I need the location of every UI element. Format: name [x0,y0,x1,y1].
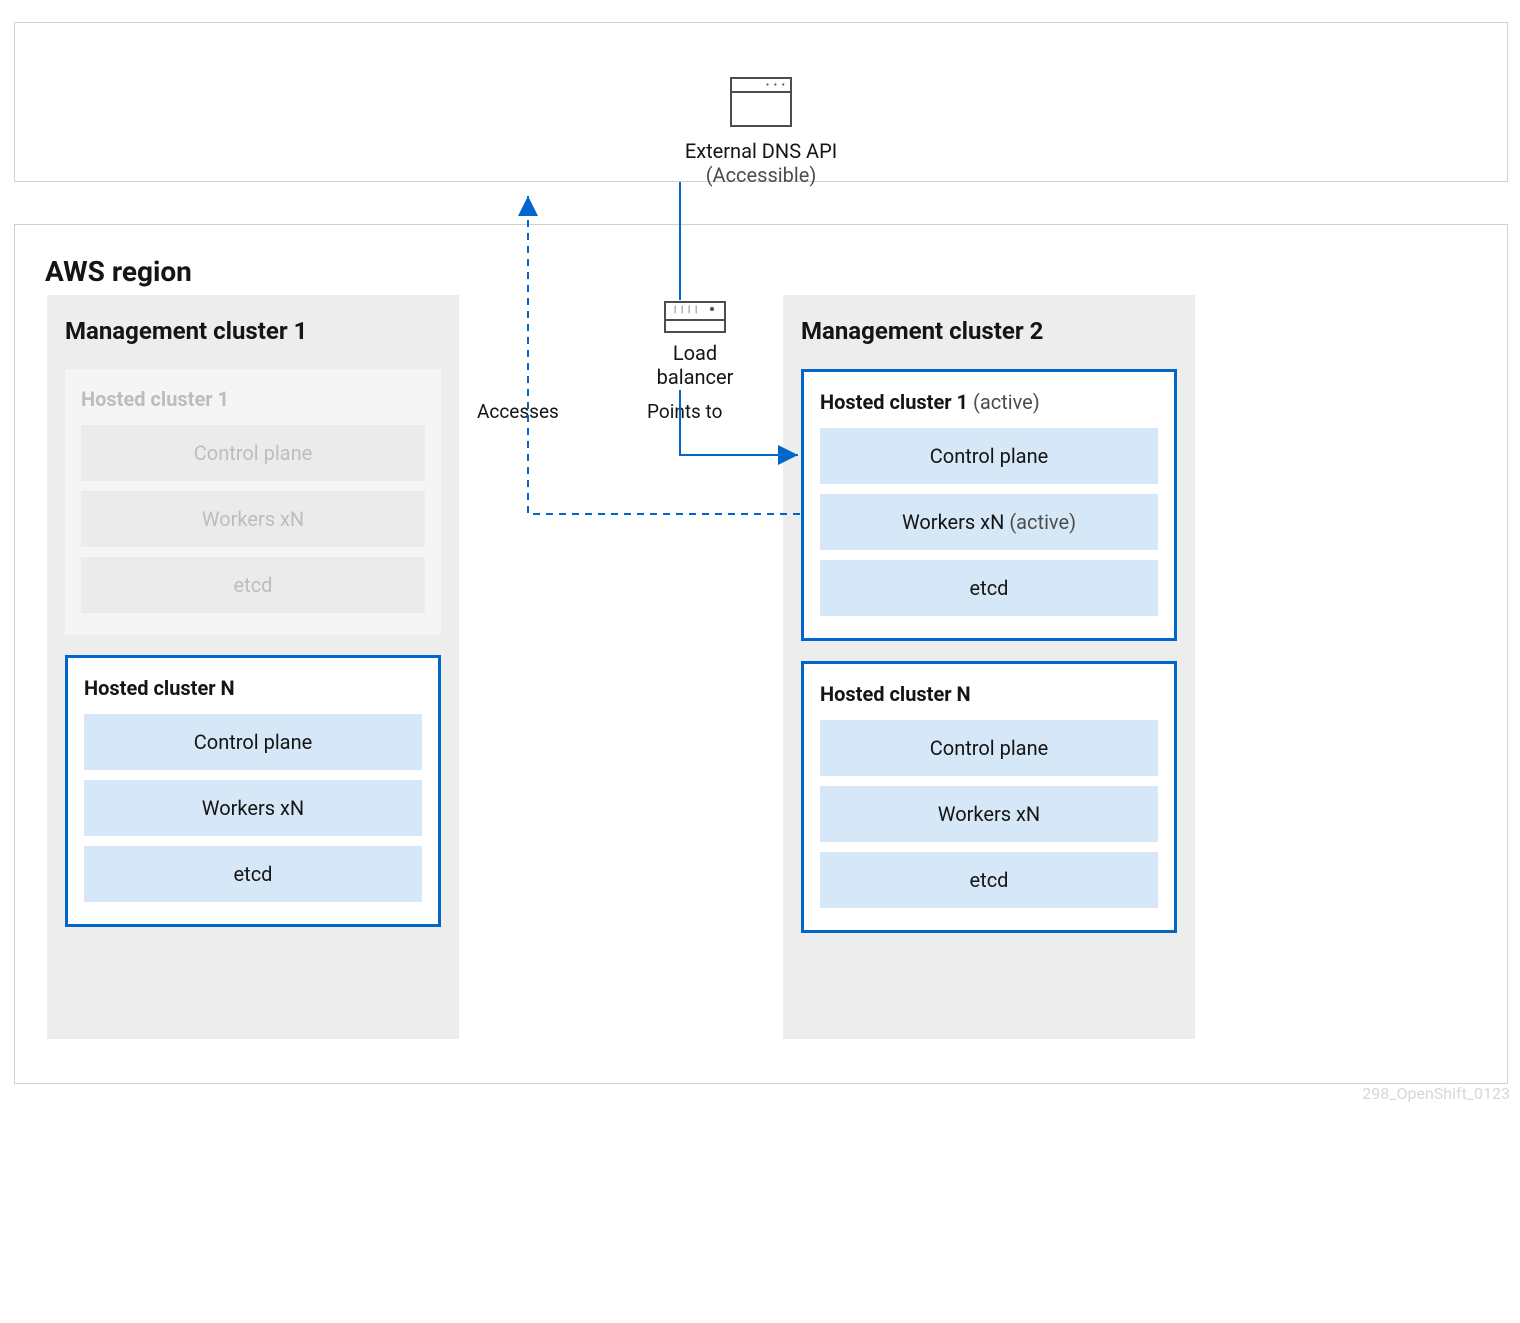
load-balancer-icon: |||| [664,301,726,333]
lb-label-line1: Load [625,341,765,365]
load-balancer-group: |||| Load balancer [625,301,765,389]
row-etcd: etcd [81,557,425,613]
row-workers: Workers xN [820,786,1158,842]
external-dns-group: • • • External DNS API (Accessible) [611,77,911,187]
mgmt1-title: Management cluster 1 [65,317,441,345]
row-control-plane: Control plane [81,425,425,481]
hosted-active-title: Hosted cluster 1 (active) [820,390,1158,414]
hosted-cluster-1-active: Hosted cluster 1 (active) Control plane … [801,369,1177,641]
row-control-plane: Control plane [820,428,1158,484]
row-control-plane: Control plane [84,714,422,770]
external-dns-container: • • • External DNS API (Accessible) [14,22,1508,182]
row-workers: Workers xN [84,780,422,836]
hosted-inactive-title: Hosted cluster 1 [81,387,425,411]
row-etcd: etcd [820,852,1158,908]
hosted-active-title-text: Hosted cluster 1 [820,390,968,414]
external-dns-subtitle: (Accessible) [611,163,911,187]
external-dns-title: External DNS API [611,139,911,163]
window-icon: • • • [730,77,792,127]
mgmt2-title: Management cluster 2 [801,317,1177,345]
management-cluster-1: Management cluster 1 Hosted cluster 1 Co… [47,295,459,1039]
aws-region-container: AWS region Management cluster 1 Hosted c… [14,224,1508,1084]
hosted-active-suffix: (active) [973,390,1040,414]
edge-label-points: Points to [647,400,722,423]
row-workers-text: Workers xN [902,510,1004,534]
row-control-plane: Control plane [820,720,1158,776]
hosted-cluster-n-left: Hosted cluster N Control plane Workers x… [65,655,441,927]
hosted-cluster-n-right: Hosted cluster N Control plane Workers x… [801,661,1177,933]
row-etcd: etcd [84,846,422,902]
hosted-n-left-title: Hosted cluster N [84,676,422,700]
aws-region-title: AWS region [45,255,1507,288]
hosted-n-right-title: Hosted cluster N [820,682,1158,706]
row-workers-suffix: (active) [1009,510,1076,534]
footer-id: 298_OpenShift_0123 [1362,1084,1510,1103]
row-workers: Workers xN (active) [820,494,1158,550]
row-etcd: etcd [820,560,1158,616]
lb-label-line2: balancer [625,365,765,389]
row-workers: Workers xN [81,491,425,547]
management-cluster-2: Management cluster 2 Hosted cluster 1 (a… [783,295,1195,1039]
hosted-cluster-1-inactive: Hosted cluster 1 Control plane Workers x… [65,369,441,635]
edge-label-accesses: Accesses [477,400,559,423]
